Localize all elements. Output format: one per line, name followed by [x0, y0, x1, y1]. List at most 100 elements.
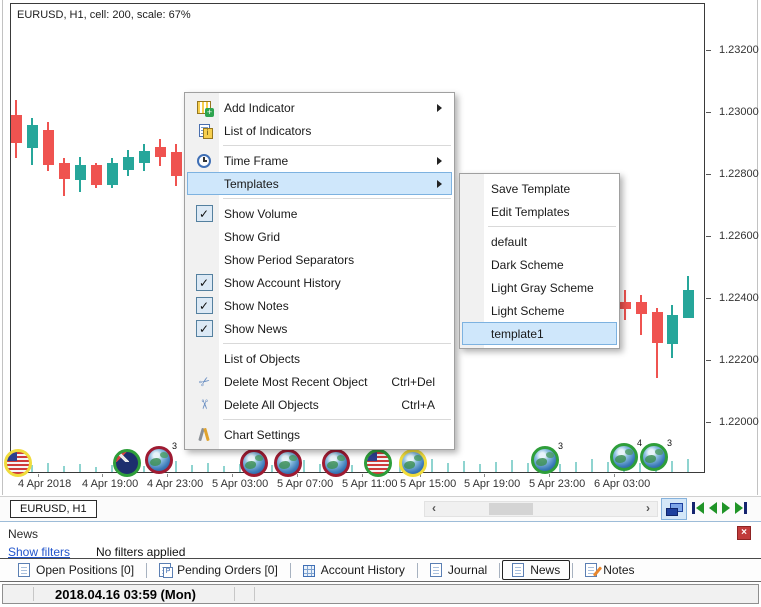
close-panel-button[interactable]: ×	[737, 526, 751, 540]
journal-icon	[430, 563, 442, 577]
news-event-icon[interactable]: 3	[640, 443, 668, 471]
left-triangle-icon	[709, 502, 717, 514]
news-event-icon[interactable]: 4	[610, 443, 638, 471]
menu-item-delete-all-objects[interactable]: ✂Delete All ObjectsCtrl+A	[187, 393, 452, 416]
indicator-list-icon	[199, 124, 210, 137]
price-axis-tick	[706, 298, 711, 299]
globe-icon	[274, 449, 302, 477]
menu-item-gutter	[188, 249, 220, 270]
menu-item-light-scheme[interactable]: Light Scheme	[462, 299, 617, 322]
tab-pending-orders-0[interactable]: Pending Orders [0]	[149, 560, 288, 580]
price-axis-label: 1.22200	[719, 354, 759, 366]
menu-item-show-grid[interactable]: Show Grid	[187, 225, 452, 248]
menu-item-list-of-objects[interactable]: List of Objects	[187, 347, 452, 370]
flag-us-icon	[364, 449, 392, 477]
mt5-terminal-window: EURUSD, H1, cell: 200, scale: 67% 1.2320…	[0, 0, 761, 607]
tab-divider	[417, 563, 418, 578]
scrollbar-right-arrow-icon[interactable]: ›	[641, 502, 655, 516]
news-event-icon[interactable]	[4, 449, 32, 477]
chart-symbol-tab[interactable]: EURUSD, H1	[10, 500, 97, 518]
status-cell-divider	[234, 587, 235, 601]
menu-item-default[interactable]: default	[462, 230, 617, 253]
tab-notes[interactable]: Notes	[575, 560, 644, 580]
tab-news[interactable]: News	[502, 560, 570, 580]
globe-icon	[240, 449, 268, 477]
time-axis-label: 5 Apr 23:00	[529, 478, 585, 490]
time-axis-tick	[614, 474, 615, 477]
menu-item-gutter: ✓	[188, 203, 220, 224]
menu-separator	[223, 419, 451, 420]
news-event-icon[interactable]	[364, 449, 392, 477]
submenu-arrow-icon	[437, 157, 442, 165]
tab-label: News	[530, 563, 560, 577]
menu-item-gutter	[463, 300, 487, 321]
tab-journal[interactable]: Journal	[420, 560, 497, 580]
menu-item-light-gray-scheme[interactable]: Light Gray Scheme	[462, 276, 617, 299]
menu-item-add-indicator[interactable]: Add Indicator	[187, 96, 452, 119]
price-axis-label: 1.22000	[719, 416, 759, 428]
news-event-icon[interactable]: 3	[145, 446, 173, 474]
menu-item-label: Dark Scheme	[491, 258, 564, 272]
menu-item-edit-templates[interactable]: Edit Templates	[462, 200, 617, 223]
menu-item-chart-settings[interactable]: Chart Settings	[187, 423, 452, 446]
scrollbar-thumb[interactable]	[489, 503, 533, 515]
price-axis-label: 1.23200	[719, 44, 759, 56]
menu-item-dark-scheme[interactable]: Dark Scheme	[462, 253, 617, 276]
time-axis-tick	[102, 474, 103, 477]
news-icon	[512, 563, 524, 577]
time-axis-label: 5 Apr 07:00	[277, 478, 333, 490]
menu-item-gutter	[463, 254, 487, 275]
tab-account-history[interactable]: Account History	[293, 560, 415, 580]
menu-item-time-frame[interactable]: Time Frame	[187, 149, 452, 172]
checkmark-icon: ✓	[196, 320, 213, 337]
chart-settings-icon	[197, 428, 211, 442]
news-panel: News × Show filters No filters applied	[0, 522, 761, 558]
menu-item-gutter	[463, 323, 487, 344]
toolbox-tabs-row: Open Positions [0]Pending Orders [0]Acco…	[0, 558, 761, 582]
chart-horizontal-scrollbar[interactable]: ‹ ›	[424, 501, 658, 517]
submenu-arrow-icon	[437, 104, 442, 112]
menu-item-gutter	[188, 226, 220, 247]
status-clock: 2018.04.16 03:59 (Mon)	[55, 587, 196, 602]
tab-open-positions-0[interactable]: Open Positions [0]	[8, 560, 144, 580]
news-event-icon[interactable]: 3	[531, 446, 559, 474]
menu-item-list-of-indicators[interactable]: List of Indicators	[187, 119, 452, 142]
menu-item-show-account-history[interactable]: ✓Show Account History	[187, 271, 452, 294]
checkmark-icon: ✓	[196, 205, 213, 222]
menu-item-show-news[interactable]: ✓Show News	[187, 317, 452, 340]
menu-item-delete-most-recent-object[interactable]: ✂Delete Most Recent ObjectCtrl+Del	[187, 370, 452, 393]
news-event-icon[interactable]	[113, 449, 141, 477]
menu-item-gutter	[188, 120, 220, 141]
account-history-table-icon	[303, 565, 315, 577]
scrollbar-left-arrow-icon[interactable]: ‹	[427, 502, 441, 516]
go-to-start-button[interactable]	[692, 501, 704, 515]
globe-icon	[531, 446, 559, 474]
step-forward-button[interactable]	[722, 501, 730, 515]
menu-item-save-template[interactable]: Save Template	[462, 177, 617, 200]
go-to-end-button[interactable]	[735, 501, 747, 515]
menu-item-show-volume[interactable]: ✓Show Volume	[187, 202, 452, 225]
time-axis-label: 5 Apr 15:00	[400, 478, 456, 490]
news-event-icon[interactable]	[274, 449, 302, 477]
globe-icon	[145, 446, 173, 474]
menu-item-label: Templates	[224, 177, 279, 191]
menu-item-label: Chart Settings	[224, 428, 300, 442]
menu-item-templates[interactable]: Templates	[187, 172, 452, 195]
price-axis-tick	[706, 422, 711, 423]
news-event-icon[interactable]	[322, 449, 350, 477]
time-axis-tick	[38, 474, 39, 477]
chart-navigation-buttons	[692, 501, 747, 515]
menu-item-show-period-separators[interactable]: Show Period Separators	[187, 248, 452, 271]
news-event-icon[interactable]	[399, 449, 427, 477]
show-filters-link[interactable]: Show filters	[8, 545, 70, 558]
time-axis-label: 4 Apr 2018	[18, 478, 71, 490]
status-cell-divider	[33, 587, 34, 601]
step-back-button[interactable]	[709, 501, 717, 515]
news-event-icon[interactable]	[240, 449, 268, 477]
chart-bottom-bar: EURUSD, H1 ‹ ›	[0, 496, 761, 521]
menu-item-template1[interactable]: template1	[462, 322, 617, 345]
menu-item-show-notes[interactable]: ✓Show Notes	[187, 294, 452, 317]
menu-item-gutter	[188, 150, 220, 171]
status-bar: 2018.04.16 03:59 (Mon)	[2, 584, 759, 604]
chart-windows-button[interactable]	[661, 498, 687, 520]
